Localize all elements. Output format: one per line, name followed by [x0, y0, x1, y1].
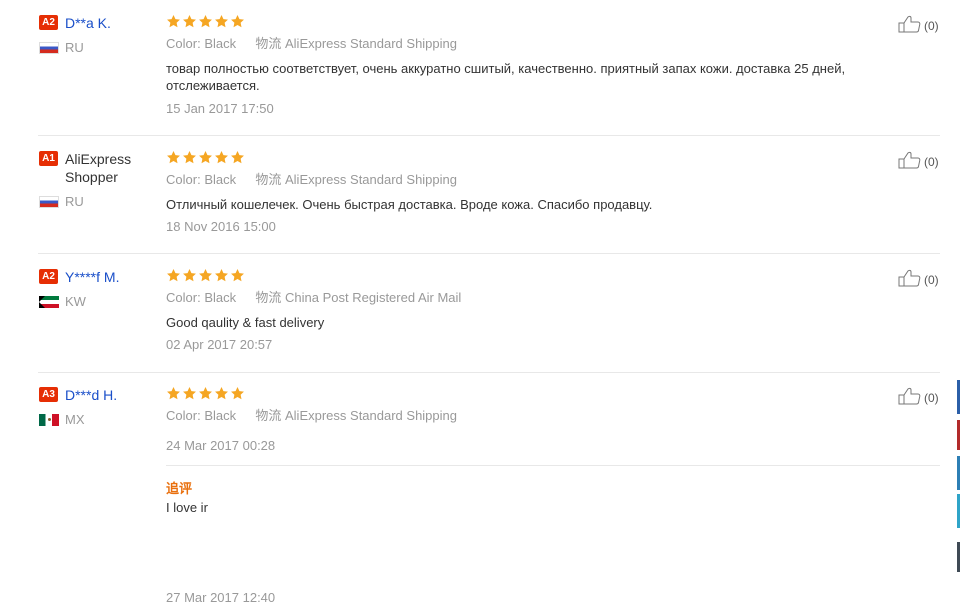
star-icon: [230, 386, 245, 401]
helpful-count: (0): [924, 272, 939, 287]
review-text: Good qaulity & fast delivery: [166, 315, 325, 330]
review-date: 02 Apr 2017 20:57: [166, 337, 273, 352]
color-label: Color:: [166, 172, 201, 187]
review-content: Color: Black 物流 AliExpress Standard Ship…: [166, 150, 901, 236]
user-country: MX: [39, 412, 159, 427]
star-icon: [166, 268, 181, 283]
color-value: Black: [204, 36, 237, 51]
review-text: Отличный кошелечек. Очень быстрая достав…: [166, 197, 653, 212]
color-label: Color:: [166, 408, 201, 423]
review-date: 15 Jan 2017 17:50: [166, 101, 274, 116]
flag-ru-icon: [39, 195, 59, 208]
country-code: KW: [65, 294, 86, 309]
star-icon: [198, 268, 213, 283]
logistics-label: 物流: [255, 290, 282, 305]
review-user: A2 Y****f M. KW: [39, 268, 159, 309]
followup-date: 27 Mar 2017 12:40: [166, 590, 276, 605]
star-icon: [182, 386, 197, 401]
user-name-link[interactable]: D***d H.: [65, 386, 117, 404]
star-icon: [214, 386, 229, 401]
star-rating: [166, 14, 901, 30]
thumbs-up-icon: [898, 387, 924, 408]
flag-kw-icon: [39, 295, 59, 308]
color-value: Black: [204, 172, 237, 187]
star-icon: [214, 268, 229, 283]
review-text: товар полностью соответствует, очень акк…: [166, 61, 846, 93]
user-name-link[interactable]: AliExpress Shopper: [65, 150, 159, 186]
star-icon: [198, 150, 213, 165]
user-name-link[interactable]: Y****f M.: [65, 268, 119, 286]
user-country: RU: [39, 40, 159, 55]
buyer-level-badge: A3: [39, 387, 58, 402]
helpful-button[interactable]: (0): [898, 387, 939, 408]
helpful-count: (0): [924, 18, 939, 33]
star-icon: [214, 14, 229, 29]
color-value: Black: [204, 408, 237, 423]
star-icon: [198, 386, 213, 401]
shipping-method: AliExpress Standard Shipping: [285, 408, 457, 423]
thumbs-up-icon: [898, 15, 924, 36]
review-content: Color: Black 物流 AliExpress Standard Ship…: [166, 386, 901, 455]
helpful-count: (0): [924, 390, 939, 405]
user-country: RU: [39, 194, 159, 209]
review-content: Color: Black 物流 China Post Registered Ai…: [166, 268, 901, 354]
star-icon: [166, 150, 181, 165]
logistics-label: 物流: [255, 408, 282, 423]
star-icon: [166, 14, 181, 29]
buyer-level-badge: A1: [39, 151, 58, 166]
review-divider: [38, 135, 940, 136]
review-divider: [38, 253, 940, 254]
review-date: 24 Mar 2017 00:28: [166, 438, 276, 453]
helpful-button[interactable]: (0): [898, 151, 939, 172]
logistics-label: 物流: [255, 172, 282, 187]
country-code: RU: [65, 194, 84, 209]
review-meta: Color: Black 物流 AliExpress Standard Ship…: [166, 171, 901, 189]
star-icon: [230, 150, 245, 165]
helpful-button[interactable]: (0): [898, 269, 939, 290]
review-divider: [38, 372, 940, 373]
star-icon: [166, 386, 181, 401]
star-icon: [230, 14, 245, 29]
review-content: Color: Black 物流 AliExpress Standard Ship…: [166, 14, 901, 118]
flag-ru-icon: [39, 41, 59, 54]
star-icon: [182, 14, 197, 29]
star-icon: [230, 268, 245, 283]
review-user: A1 AliExpress Shopper RU: [39, 150, 159, 209]
star-rating: [166, 150, 901, 166]
logistics-label: 物流: [255, 36, 282, 51]
star-icon: [182, 268, 197, 283]
country-code: RU: [65, 40, 84, 55]
shipping-method: AliExpress Standard Shipping: [285, 36, 457, 51]
review-user: A3 D***d H. MX: [39, 386, 159, 427]
buyer-level-badge: A2: [39, 15, 58, 30]
buyer-level-badge: A2: [39, 269, 58, 284]
helpful-count: (0): [924, 154, 939, 169]
star-rating: [166, 386, 901, 402]
review-meta: Color: Black 物流 AliExpress Standard Ship…: [166, 35, 901, 53]
flag-mx-icon: [39, 413, 59, 426]
shipping-method: China Post Registered Air Mail: [285, 290, 462, 305]
color-label: Color:: [166, 36, 201, 51]
star-rating: [166, 268, 901, 284]
country-code: MX: [65, 412, 85, 427]
user-country: KW: [39, 294, 159, 309]
star-icon: [198, 14, 213, 29]
star-icon: [182, 150, 197, 165]
thumbs-up-icon: [898, 269, 924, 290]
color-value: Black: [204, 290, 237, 305]
shipping-method: AliExpress Standard Shipping: [285, 172, 457, 187]
user-name-link[interactable]: D**a K.: [65, 14, 111, 32]
star-icon: [214, 150, 229, 165]
review-user: A2 D**a K. RU: [39, 14, 159, 55]
followup-title: 追评: [166, 481, 193, 496]
helpful-button[interactable]: (0): [898, 15, 939, 36]
thumbs-up-icon: [898, 151, 924, 172]
followup-text: I love ir: [166, 500, 208, 515]
followup-divider: [166, 465, 940, 466]
color-label: Color:: [166, 290, 201, 305]
review-meta: Color: Black 物流 China Post Registered Ai…: [166, 289, 901, 307]
review-date: 18 Nov 2016 15:00: [166, 219, 276, 234]
review-meta: Color: Black 物流 AliExpress Standard Ship…: [166, 407, 901, 425]
